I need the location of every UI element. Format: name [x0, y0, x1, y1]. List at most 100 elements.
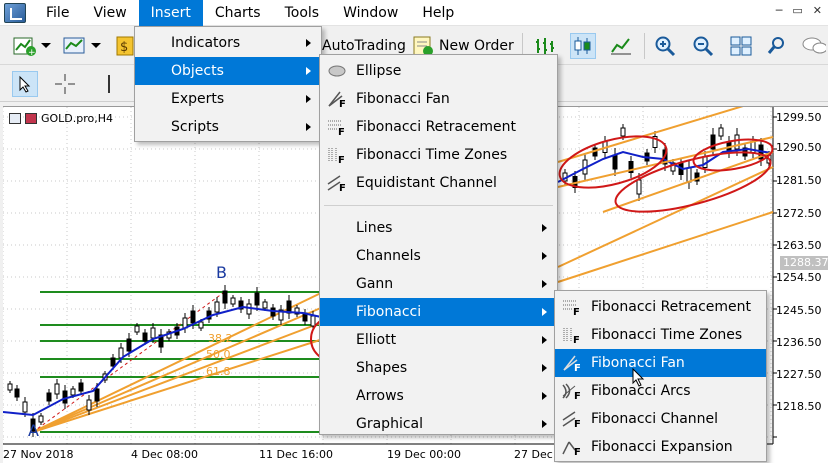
candle-body	[190, 310, 196, 324]
line-chart-icon[interactable]	[608, 33, 634, 59]
submenu-arrow-icon	[306, 67, 311, 75]
new-chart-icon[interactable]: +	[12, 33, 38, 59]
menu-item-objects[interactable]: Objects	[135, 57, 321, 85]
menu-item-equidistant-channel[interactable]: F Equidistant Channel	[320, 169, 557, 197]
fibonacci-level-label: 61.8	[206, 365, 231, 378]
fibonacci-level-label: 50.0	[206, 348, 231, 361]
menu-item-fibonacci[interactable]: Fibonacci	[320, 298, 557, 326]
fibonacci-arcs-icon: F	[561, 382, 583, 402]
restore-icon[interactable]: ▭	[792, 4, 802, 17]
menu-help[interactable]: Help	[410, 0, 466, 26]
menu-item-fibonacci-fan[interactable]: F Fibonacci Fan	[555, 349, 766, 377]
candle-body	[310, 315, 316, 327]
profiles-icon[interactable]	[62, 33, 88, 59]
crosshair-tool-icon[interactable]	[52, 71, 78, 97]
menu-item-graphical[interactable]: Graphical	[320, 410, 557, 438]
submenu-arrow-icon	[306, 39, 311, 47]
fibonacci-retracement-icon: F	[561, 298, 583, 318]
price-axis-label: 1263.50	[776, 239, 822, 252]
menu-window[interactable]: Window	[331, 0, 410, 26]
channel-line	[557, 211, 774, 283]
candle-body	[70, 388, 76, 396]
menu-item-fibonacci-time-zones[interactable]: F Fibonacci Time Zones	[320, 141, 557, 169]
menu-item-fibonacci-channel[interactable]: F Fibonacci Channel	[555, 405, 766, 433]
chart-window-icon	[9, 113, 21, 124]
candle-body	[636, 179, 642, 195]
menu-item-fibonacci-expansion[interactable]: F Fibonacci Expansion	[555, 433, 766, 461]
chart-symbol-label: GOLD.pro,H4	[9, 112, 113, 125]
price-axis-label: 1254.50	[776, 271, 822, 284]
svg-text:F: F	[574, 419, 581, 428]
menu-insert[interactable]: Insert	[138, 0, 203, 26]
price-axis-label: 1299.50	[776, 111, 822, 124]
menu-item-lines[interactable]: Lines	[320, 214, 557, 242]
candle-body	[62, 390, 68, 404]
current-price-label: 1288.37	[780, 256, 828, 270]
app-icon[interactable]	[4, 2, 26, 23]
menu-charts[interactable]: Charts	[203, 0, 273, 26]
menu-item-arrows[interactable]: Arrows	[320, 382, 557, 410]
menu-item-indicators[interactable]: Indicators	[135, 29, 321, 57]
menu-item-shapes[interactable]: Shapes	[320, 354, 557, 382]
time-axis-label: 27 Nov 2018	[3, 448, 74, 461]
menu-item-channels[interactable]: Channels	[320, 242, 557, 270]
close-icon[interactable]: ✕	[813, 4, 822, 17]
svg-text:$: $	[120, 40, 128, 55]
candle-body	[126, 338, 132, 352]
zoom-out-icon[interactable]	[690, 33, 716, 59]
candle-body	[620, 127, 626, 137]
menu-item-experts[interactable]: Experts	[135, 85, 321, 113]
candlestick-chart-icon[interactable]	[570, 33, 596, 59]
fibonacci-time-zones-icon: F	[561, 326, 583, 346]
menu-file[interactable]: File	[34, 0, 81, 26]
menu-item-gann[interactable]: Gann	[320, 270, 557, 298]
menu-item-elliott[interactable]: Elliott	[320, 326, 557, 354]
zoom-in-icon[interactable]	[652, 33, 678, 59]
child-window-controls: ─ ▭ ✕	[776, 4, 822, 17]
candle-body	[38, 415, 44, 423]
tile-windows-icon[interactable]	[728, 33, 754, 59]
candle-body	[142, 332, 148, 342]
menu-item-fibonacci-retracement[interactable]: F Fibonacci Retracement	[320, 113, 557, 141]
menu-item-label: Arrows	[356, 388, 404, 404]
submenu-arrow-icon	[542, 364, 547, 372]
cursor-tool-icon[interactable]	[12, 71, 38, 97]
fibonacci-retracement-icon: F	[326, 118, 348, 138]
price-axis-label: 1281.50	[776, 174, 822, 187]
menu-tools[interactable]: Tools	[273, 0, 332, 26]
menu-item-fibonacci-arcs[interactable]: F Fibonacci Arcs	[555, 377, 766, 405]
price-axis-label: 1272.50	[776, 207, 822, 220]
fibonacci-fan-icon: F	[326, 90, 348, 110]
svg-text:+: +	[28, 48, 36, 57]
candle-body	[94, 388, 100, 402]
menu-item-scripts[interactable]: Scripts	[135, 113, 321, 141]
search-icon[interactable]	[764, 33, 790, 59]
menu-separator	[324, 205, 553, 206]
minimize-icon[interactable]: ─	[776, 4, 783, 17]
svg-text:F: F	[574, 363, 581, 372]
ellipse-object	[614, 151, 772, 213]
menu-item-fibonacci-fan[interactable]: F Fibonacci Fan	[320, 85, 557, 113]
submenu-arrow-icon	[542, 308, 547, 316]
chevron-down-icon[interactable]	[38, 33, 54, 59]
menu-item-fibonacci-time-zones[interactable]: F Fibonacci Time Zones	[555, 321, 766, 349]
menu-view[interactable]: View	[81, 0, 138, 26]
fibonacci-fan-icon: F	[561, 354, 583, 374]
candle-body	[246, 303, 252, 315]
candle-body	[22, 401, 28, 413]
vertical-line-tool-icon[interactable]	[96, 71, 122, 97]
submenu-arrow-icon	[542, 392, 547, 400]
chat-icon[interactable]	[800, 33, 826, 59]
candle-body	[7, 383, 13, 391]
submenu-arrow-icon	[542, 252, 547, 260]
wave-label-a: A	[28, 421, 39, 440]
time-axis-label: 11 Dec 16:00	[259, 448, 333, 461]
menu-item-label: Elliott	[356, 332, 397, 348]
submenu-arrow-icon	[306, 95, 311, 103]
menu-item-fibonacci-retracement[interactable]: F Fibonacci Retracement	[555, 293, 766, 321]
candle-body	[254, 292, 260, 306]
price-axis-label: 1245.50	[776, 304, 822, 317]
chevron-down-icon[interactable]	[88, 33, 104, 59]
menu-item-ellipse[interactable]: Ellipse	[320, 57, 557, 85]
fibonacci-channel-icon: F	[561, 410, 583, 430]
